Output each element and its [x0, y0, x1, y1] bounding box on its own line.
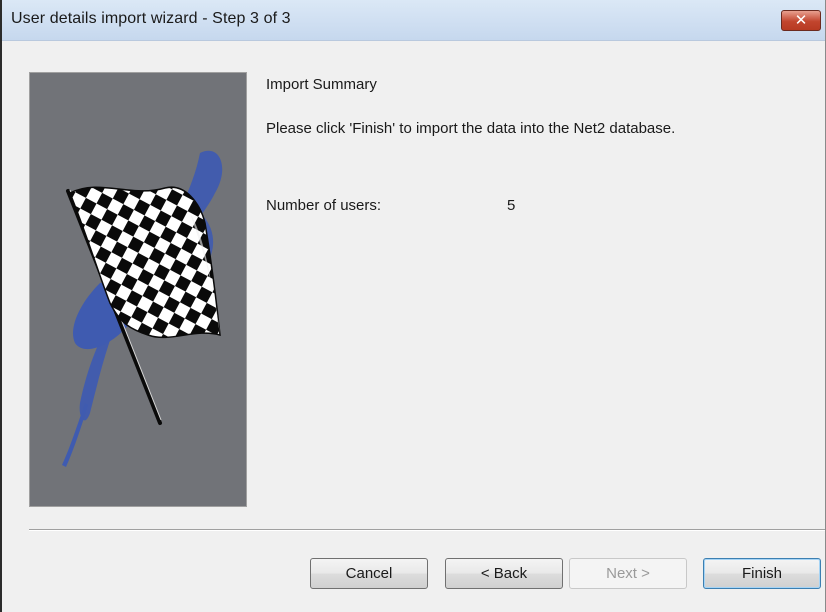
wizard-side-image: [29, 72, 247, 507]
checkered-flag-icon: [62, 150, 223, 467]
users-count-label: Number of users:: [266, 197, 382, 214]
wizard-window: User details import wizard - Step 3 of 3…: [0, 0, 826, 612]
back-button[interactable]: < Back: [445, 558, 563, 589]
page-heading: Import Summary: [266, 76, 377, 93]
title-bar[interactable]: User details import wizard - Step 3 of 3…: [2, 0, 825, 41]
next-button: Next >: [569, 558, 687, 589]
window-title: User details import wizard - Step 3 of 3: [11, 10, 291, 27]
users-count-value: 5: [507, 197, 516, 214]
finish-button[interactable]: Finish: [703, 558, 821, 589]
instruction-text: Please click 'Finish' to import the data…: [266, 120, 676, 137]
close-icon: ✕: [794, 11, 808, 29]
wizard-body: Import Summary Please click 'Finish' to …: [2, 41, 825, 612]
cancel-button[interactable]: Cancel: [310, 558, 428, 589]
close-button[interactable]: ✕: [781, 10, 821, 31]
button-divider: [29, 529, 825, 531]
